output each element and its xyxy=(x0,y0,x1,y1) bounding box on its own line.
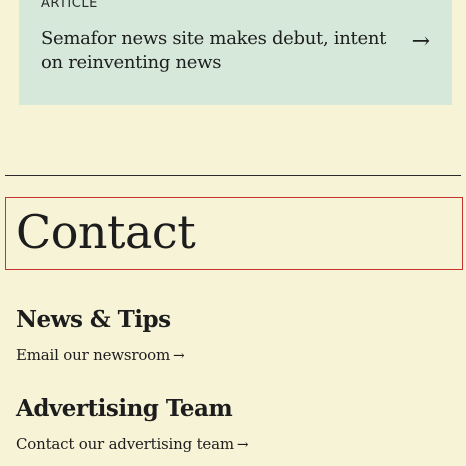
email-newsroom-label: Email our newsroom xyxy=(16,346,171,364)
contact-advertising-link[interactable]: Contact our advertising team → xyxy=(16,434,249,455)
contact-heading-container: Contact xyxy=(5,197,463,270)
article-kicker: ARTICLE xyxy=(41,0,98,11)
article-card[interactable]: ARTICLE Semafor news site makes debut, i… xyxy=(19,0,452,105)
arrow-right-icon: → xyxy=(173,348,185,364)
arrow-right-icon: → xyxy=(236,437,249,453)
article-title[interactable]: Semafor news site makes debut, intent on… xyxy=(41,27,391,75)
contact-heading: Contact xyxy=(16,205,196,259)
contact-advertising-label: Contact our advertising team xyxy=(16,435,234,453)
section-divider xyxy=(5,175,461,176)
news-tips-heading: News & Tips xyxy=(16,306,171,333)
advertising-team-heading: Advertising Team xyxy=(16,395,233,422)
arrow-right-icon[interactable]: → xyxy=(412,31,430,53)
page: ARTICLE Semafor news site makes debut, i… xyxy=(0,0,466,466)
email-newsroom-link[interactable]: Email our newsroom → xyxy=(16,345,185,366)
